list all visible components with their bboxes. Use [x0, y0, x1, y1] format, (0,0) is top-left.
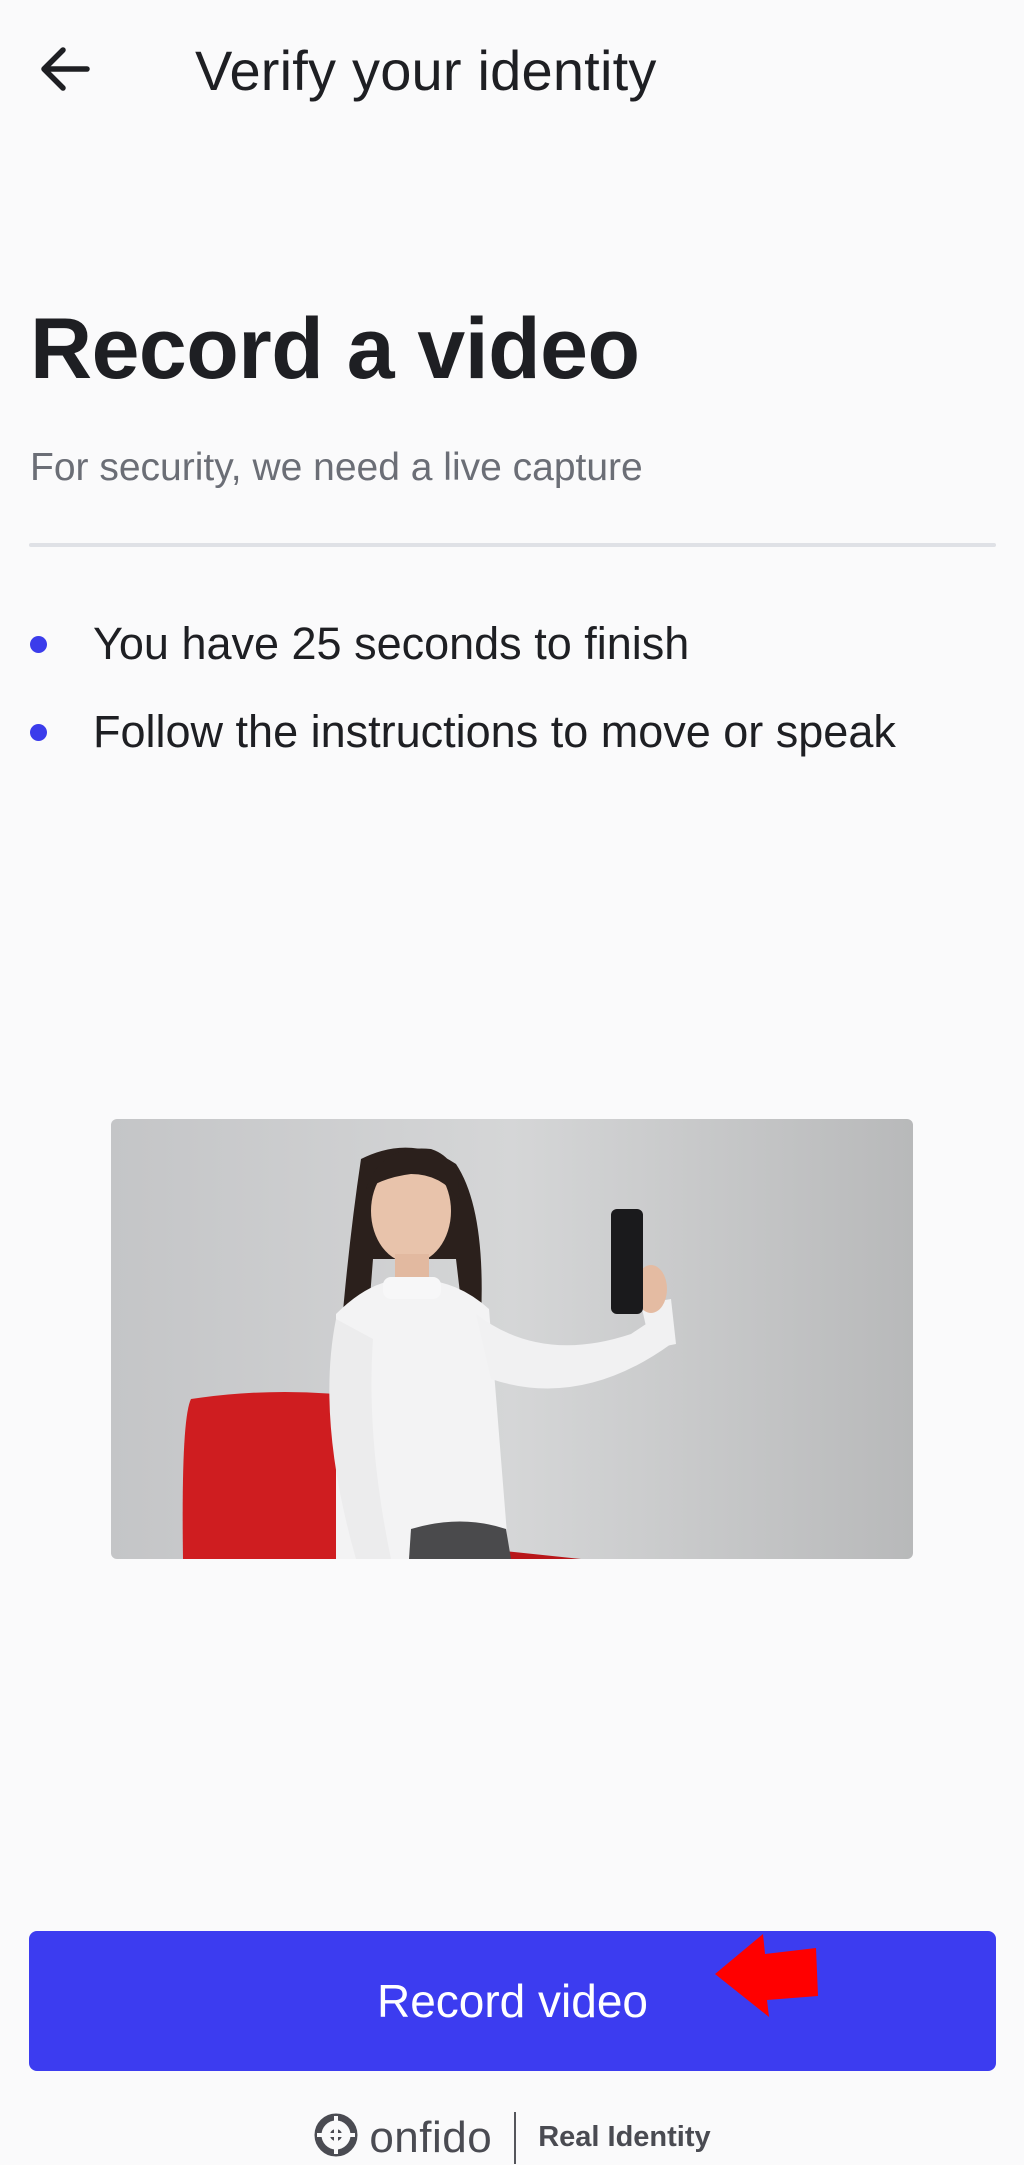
selfie-video-illustration — [111, 1119, 913, 1559]
record-video-button[interactable]: Record video — [29, 1931, 996, 2071]
red-arrow-icon — [715, 1932, 820, 2017]
bullet-dot-icon — [30, 723, 47, 741]
page-title: Verify your identity — [195, 39, 657, 102]
app-bar: Verify your identity — [0, 0, 1024, 150]
list-item: Follow the instructions to move or speak — [29, 688, 1009, 776]
instruction-text: You have 25 seconds to finish — [93, 618, 690, 669]
back-button[interactable] — [30, 36, 100, 106]
footer-separator — [514, 2111, 517, 2164]
footer-tagline: Real Identity — [538, 2121, 711, 2153]
instruction-list: You have 25 seconds to finish Follow the… — [29, 600, 1009, 776]
instruction-text: Follow the instructions to move or speak — [93, 706, 896, 757]
footer: onfido Real Identity — [0, 2110, 1024, 2165]
subtitle: For security, we need a live capture — [30, 446, 643, 489]
onfido-logo: onfido — [313, 2112, 492, 2163]
record-video-heading: Record a video — [30, 301, 640, 397]
list-item: You have 25 seconds to finish — [29, 600, 1009, 688]
record-video-label: Record video — [376, 1975, 649, 2027]
divider — [29, 543, 996, 547]
brand-wordmark: onfido — [369, 2112, 493, 2162]
onfido-logo-icon — [313, 2112, 359, 2163]
bullet-dot-icon — [30, 635, 47, 653]
arrow-left-icon — [39, 46, 91, 97]
